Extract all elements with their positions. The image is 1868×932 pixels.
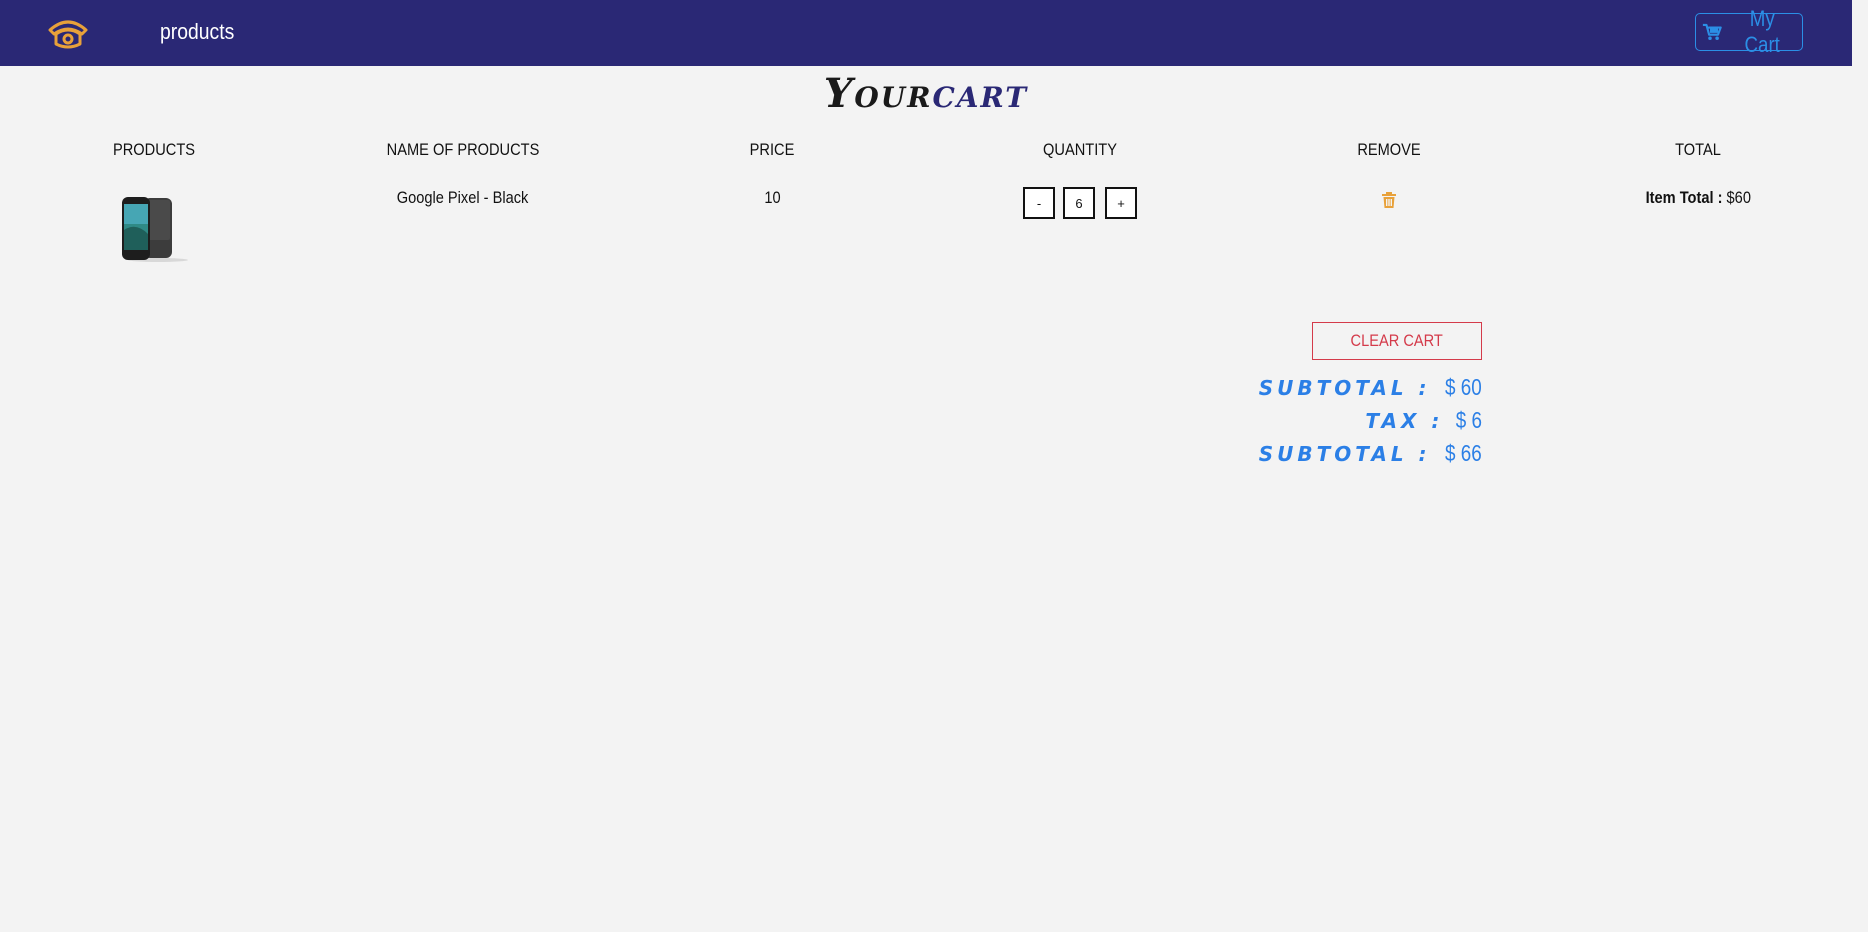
column-header-products: products <box>112 140 196 159</box>
cart-icon <box>1702 23 1722 41</box>
title-word-cart: cart <box>932 70 1029 117</box>
quantity-value: 6 <box>1063 187 1095 219</box>
phone-logo-icon[interactable] <box>46 16 90 50</box>
nav-products-link[interactable]: products <box>160 19 234 45</box>
title-word-your: Your <box>823 70 933 117</box>
column-header-name: name of products <box>386 140 540 159</box>
subtotal-label: subtotal : <box>1258 376 1431 400</box>
item-total-value: $60 <box>1726 188 1751 207</box>
column-header-total: total <box>1675 140 1721 159</box>
subtotal-line: subtotal : $ 60 <box>1182 374 1482 402</box>
tax-line: tax : $ 6 <box>1182 407 1482 435</box>
navbar: products My Cart <box>0 0 1852 66</box>
google-pixel-phone-image <box>122 197 188 262</box>
clear-cart-button[interactable]: clear cart <box>1312 322 1482 360</box>
tax-value: $ 6 <box>1455 407 1482 433</box>
subtotal-value: $ 60 <box>1445 374 1482 400</box>
increment-button[interactable]: + <box>1105 187 1137 219</box>
item-name: Google Pixel - Black <box>397 188 529 207</box>
clear-cart-label: clear cart <box>1350 331 1444 350</box>
column-header-remove: remove <box>1357 140 1421 159</box>
scrollbar-gutter <box>1852 0 1868 932</box>
page-title: Yourcart <box>0 70 1852 117</box>
item-total-label: Item Total : <box>1645 188 1723 207</box>
total-line: subtotal : $ 66 <box>1182 440 1482 468</box>
item-price: 10 <box>763 188 781 207</box>
trash-icon[interactable] <box>1382 192 1396 208</box>
my-cart-button[interactable]: My Cart <box>1695 6 1803 57</box>
total-value: $ 66 <box>1445 440 1482 466</box>
decrement-button[interactable]: - <box>1023 187 1055 219</box>
my-cart-label: My Cart <box>1744 6 1780 57</box>
column-header-quantity: quantity <box>1043 140 1117 159</box>
column-header-price: price <box>749 140 795 159</box>
total-label: subtotal : <box>1258 442 1431 466</box>
tax-label: tax : <box>1365 409 1444 433</box>
